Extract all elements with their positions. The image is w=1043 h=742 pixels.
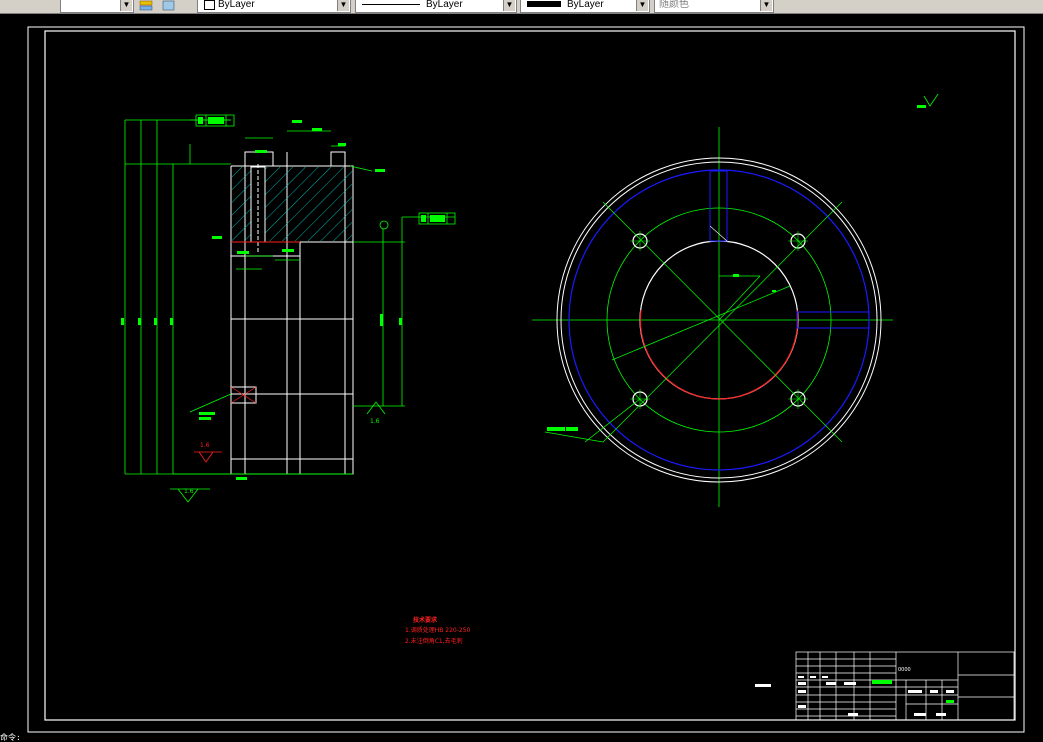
layer-dropdown[interactable]: ByLayer ▼ xyxy=(197,0,351,13)
roughness-symbol xyxy=(923,93,939,107)
front-view xyxy=(532,127,893,507)
title-block-code: 0000 xyxy=(898,667,911,673)
roughness-label-bottom: 1.6 xyxy=(184,488,194,495)
hatch-area xyxy=(232,167,352,241)
chevron-down-icon[interactable]: ▼ xyxy=(503,0,515,11)
notes-line-2: 2.未注倒角C1,去毛刺 xyxy=(405,638,463,645)
linetype-dropdown[interactable]: ByLayer ▼ xyxy=(355,0,517,13)
layer-previous-icon[interactable] xyxy=(160,0,178,12)
linetype-sample xyxy=(362,4,420,5)
lineweight-sample xyxy=(527,1,561,7)
section-view xyxy=(121,114,456,503)
cad-drawing xyxy=(27,26,1025,733)
command-prompt[interactable]: 命令: xyxy=(0,733,30,742)
roughness-label-right: 1.6 xyxy=(370,418,380,425)
chevron-down-icon[interactable]: ▼ xyxy=(120,0,132,11)
layer-icon[interactable] xyxy=(138,0,156,12)
chevron-down-icon[interactable]: ▼ xyxy=(636,0,648,11)
lineweight-dropdown-value: ByLayer xyxy=(567,0,604,10)
chevron-down-icon[interactable]: ▼ xyxy=(337,0,349,11)
layer-dropdown-value: ByLayer xyxy=(218,0,255,10)
inner-frame xyxy=(44,30,1016,721)
title-block xyxy=(795,651,1015,721)
lineweight-dropdown[interactable]: ByLayer ▼ xyxy=(520,0,650,13)
properties-toolbar: ▼ ByLayer ▼ ByLayer ▼ ByLayer ▼ 随颜色 ▼ xyxy=(0,0,1043,14)
chevron-down-icon[interactable]: ▼ xyxy=(760,0,772,11)
notes-title: 技术要求 xyxy=(413,617,438,624)
linetype-dropdown-value: ByLayer xyxy=(426,0,463,10)
outer-frame xyxy=(27,26,1025,733)
plotstyle-dropdown-value: 随颜色 xyxy=(659,0,689,10)
drawing-canvas[interactable]: 1.6 1.6 1.6 技术要求 1.调质处理HB 220-250 2.未注倒角… xyxy=(0,14,1043,742)
plotstyle-dropdown[interactable]: 随颜色 ▼ xyxy=(654,0,774,13)
layer-state-dropdown[interactable]: ▼ xyxy=(60,0,134,13)
notes-line-1: 1.调质处理HB 220-250 xyxy=(405,627,471,634)
roughness-label-left: 1.6 xyxy=(200,442,210,449)
color-swatch-icon xyxy=(204,0,215,10)
